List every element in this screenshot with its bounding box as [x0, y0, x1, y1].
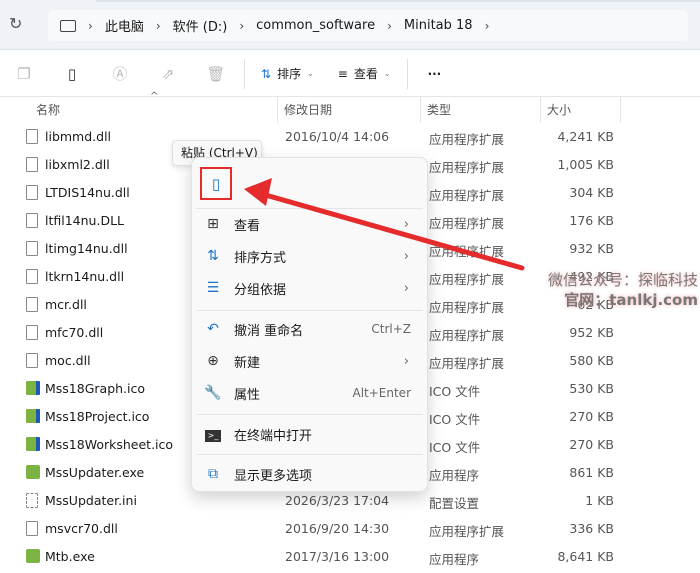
arrow-shaft [259, 191, 525, 271]
watermark-line2: 官网：tanlkj.com [564, 291, 698, 309]
arrow-head [244, 178, 272, 206]
watermark: 微信公众号：探临科技 官网：tanlkj.com [538, 270, 698, 310]
watermark-line1: 微信公众号：探临科技 [547, 271, 698, 289]
